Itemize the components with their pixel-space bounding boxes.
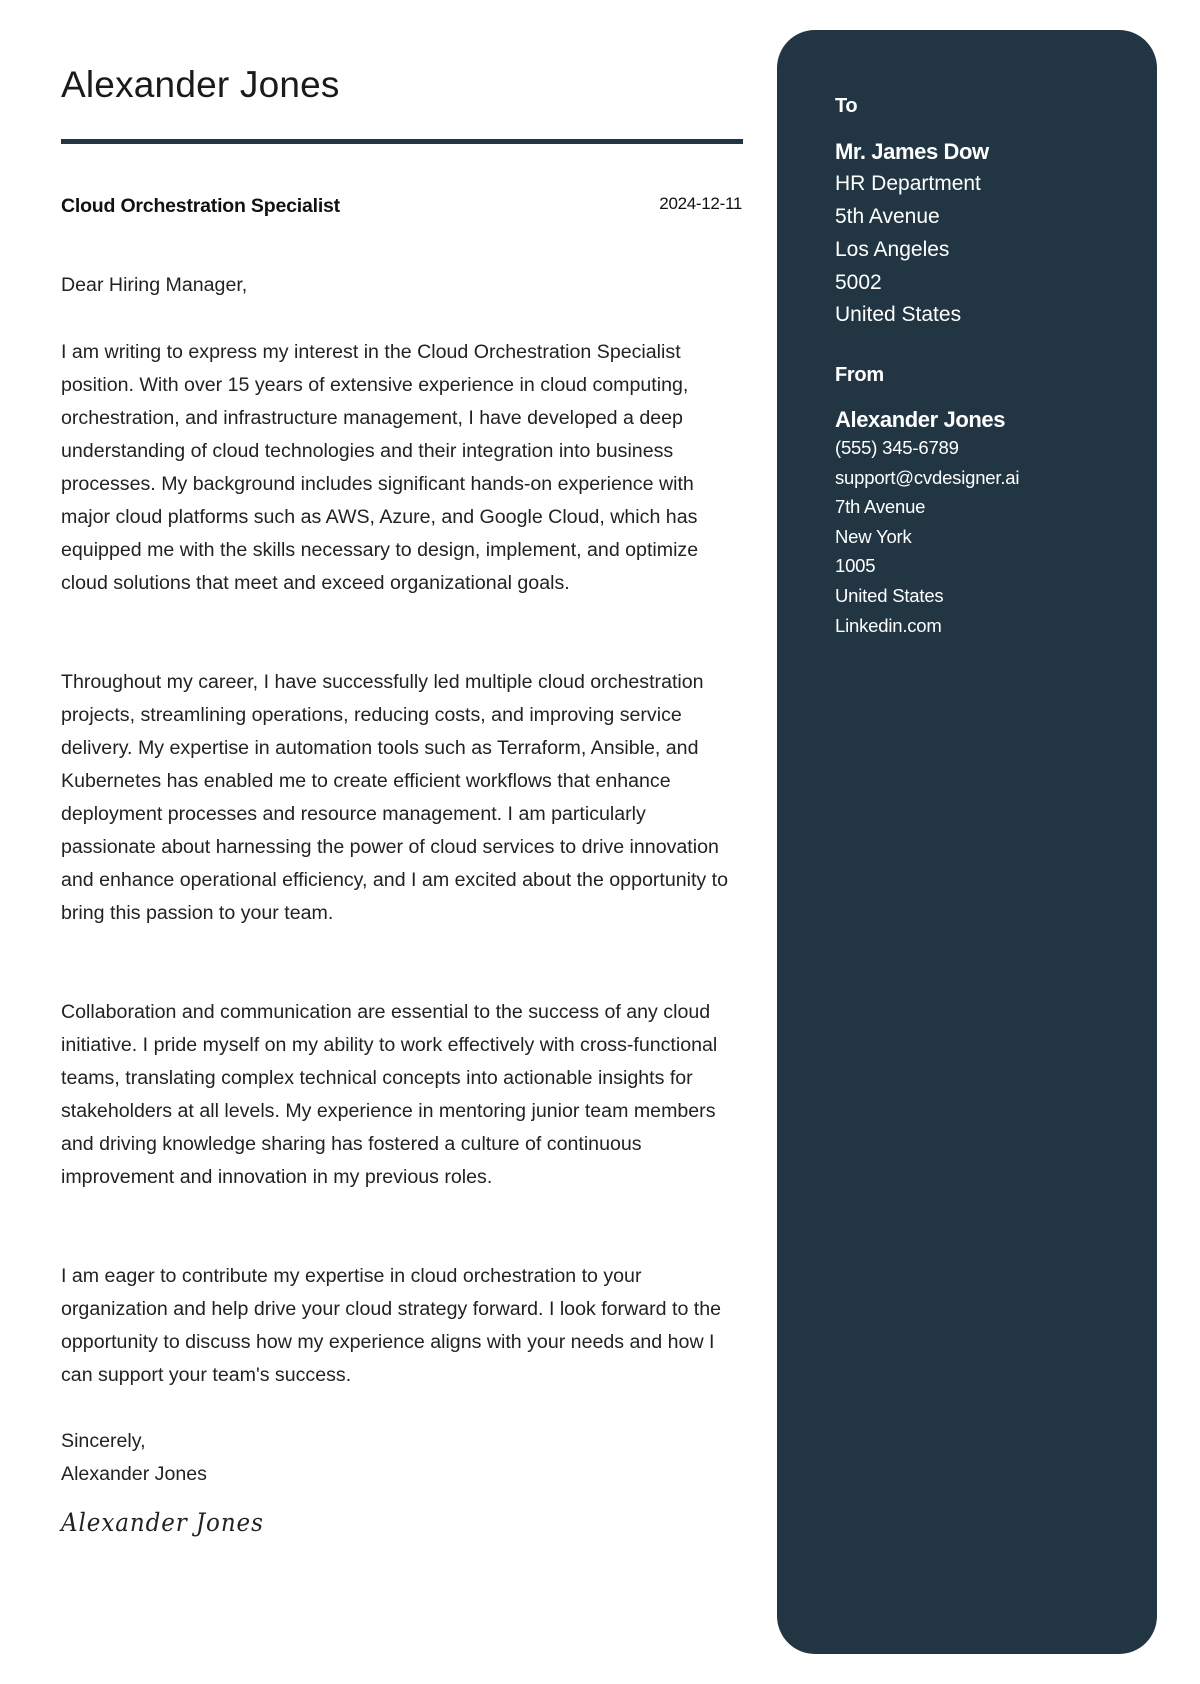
recipient-city: Los Angeles	[835, 238, 950, 261]
contact-sidebar	[777, 30, 1157, 1654]
sender-linkedin: Linkedin.com	[835, 615, 942, 636]
sender-country: United States	[835, 585, 944, 606]
sender-phone: (555) 345-6789	[835, 437, 959, 458]
salutation: Dear Hiring Manager,	[61, 274, 248, 296]
signature: Alexander Jones	[61, 1508, 264, 1537]
sender-name: Alexander Jones	[835, 407, 1006, 432]
recipient-department: HR Department	[835, 172, 981, 195]
to-section-label: To	[835, 95, 858, 117]
signer-name: Alexander Jones	[61, 1463, 207, 1485]
recipient-country: United States	[835, 303, 962, 326]
job-title: Cloud Orchestration Specialist	[61, 195, 340, 217]
body-paragraph-1: I am writing to express my interest in t…	[61, 341, 699, 594]
recipient-zip: 5002	[835, 271, 882, 294]
sender-street: 7th Avenue	[835, 496, 926, 517]
recipient-street: 5th Avenue	[835, 205, 940, 228]
sender-zip: 1005	[835, 555, 876, 576]
closing: Sincerely,	[61, 1430, 146, 1452]
letter-date: 2024-12-11	[659, 194, 742, 213]
body-paragraph-4: I am eager to contribute my expertise in…	[61, 1265, 722, 1386]
sender-city: New York	[835, 526, 912, 547]
applicant-name-heading: Alexander Jones	[61, 64, 340, 105]
body-paragraph-3: Collaboration and communication are esse…	[61, 1001, 718, 1188]
recipient-name: Mr. James Dow	[835, 139, 989, 164]
header-divider	[61, 139, 743, 144]
from-section-label: From	[835, 364, 884, 386]
body-paragraph-2: Throughout my career, I have successfull…	[61, 671, 729, 924]
sender-email: support@cvdesigner.ai	[835, 467, 1020, 488]
